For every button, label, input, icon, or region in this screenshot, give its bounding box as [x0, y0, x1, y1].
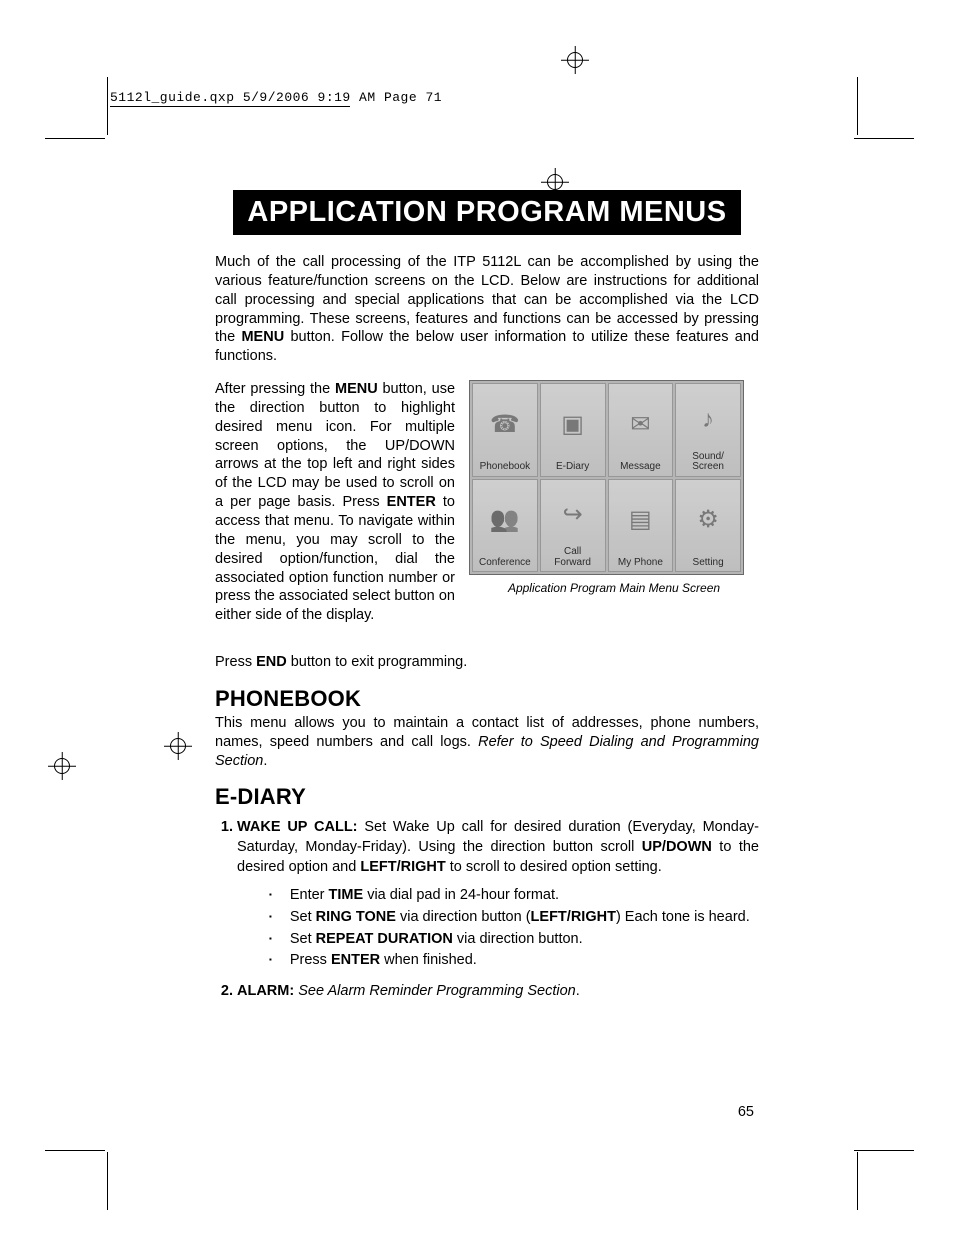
text: via direction button ( [396, 909, 531, 925]
ediary-heading: E-DIARY [215, 784, 759, 810]
crop-mark-icon [854, 138, 914, 139]
gear-icon: ⚙ [677, 483, 739, 558]
key-label: MENU [241, 329, 284, 345]
text: ) Each tone is heard. [616, 909, 750, 925]
figure-caption: Application Program Main Menu Screen [469, 581, 759, 595]
text: via dial pad in 24-hour format. [363, 887, 559, 903]
menu-screenshot-figure: ☎Phonebook ▣E-Diary ✉Message ♪Sound/ Scr… [469, 380, 759, 639]
list-item: Enter TIME via dial pad in 24-hour forma… [269, 885, 759, 907]
menu-label: E-Diary [556, 462, 589, 473]
text: button, use the direction button to high… [215, 381, 455, 510]
speaker-icon: ♪ [677, 387, 739, 452]
menu-item-ediary: ▣E-Diary [540, 383, 606, 477]
menu-label: Message [620, 462, 661, 473]
text: button to exit programming. [287, 654, 468, 670]
crop-mark-icon [857, 77, 858, 135]
page-number: 65 [738, 1104, 754, 1120]
list-item: ALARM: See Alarm Reminder Programming Se… [237, 982, 759, 1002]
crop-mark-icon [45, 138, 105, 139]
list-item: WAKE UP CALL: Set Wake Up call for desir… [237, 818, 759, 972]
key-label: LEFT/RIGHT [360, 859, 445, 875]
crop-mark-icon [854, 1150, 914, 1151]
content-area: APPLICATION PROGRAM MENUS Much of the ca… [215, 190, 759, 1012]
key-label: ENTER [331, 952, 380, 968]
menu-label: My Phone [618, 558, 663, 569]
intro-paragraph: Much of the call processing of the ITP 5… [215, 253, 759, 366]
key-label: END [256, 654, 287, 670]
key-label: RING TONE [316, 909, 396, 925]
ediary-ordered-list: WAKE UP CALL: Set Wake Up call for desir… [215, 818, 759, 1001]
crop-mark-icon [107, 1152, 108, 1210]
envelope-icon: ✉ [610, 387, 672, 462]
text: when finished. [380, 952, 477, 968]
forward-icon: ↪ [542, 483, 604, 548]
text: button. Follow the below user informatio… [215, 329, 759, 364]
text: Press [290, 952, 331, 968]
text: . [263, 753, 267, 769]
crop-mark-icon [107, 77, 108, 135]
list-item: Set REPEAT DURATION via direction button… [269, 929, 759, 951]
menu-label: Setting [693, 558, 724, 569]
menu-item-call-forward: ↪Call Forward [540, 479, 606, 573]
crop-mark-icon [45, 1150, 105, 1151]
text: After pressing the [215, 381, 335, 397]
phonebook-heading: PHONEBOOK [215, 686, 759, 712]
file-meta-header: 5112l_guide.qxp 5/9/2006 9:19 AM Page 71 [110, 90, 442, 105]
registration-mark-icon [565, 50, 585, 70]
menu-item-conference: 👥Conference [472, 479, 538, 573]
cross-reference: See Alarm Reminder Programming Section [294, 983, 576, 999]
lcd-menu-grid: ☎Phonebook ▣E-Diary ✉Message ♪Sound/ Scr… [469, 380, 744, 575]
text: Enter [290, 887, 329, 903]
menu-item-setting: ⚙Setting [675, 479, 741, 573]
text: Set [290, 931, 316, 947]
page: 5112l_guide.qxp 5/9/2006 9:19 AM Page 71… [0, 0, 954, 1235]
text: Set [290, 909, 316, 925]
menu-label: Phonebook [480, 462, 531, 473]
menu-label: Call Forward [554, 547, 591, 568]
registration-mark-icon [545, 172, 565, 192]
sub-bullet-list: Enter TIME via dial pad in 24-hour forma… [269, 885, 759, 972]
key-label: ENTER [387, 494, 436, 510]
menu-item-phonebook: ☎Phonebook [472, 383, 538, 477]
diary-icon: ▣ [542, 387, 604, 462]
registration-mark-icon [52, 756, 72, 776]
phonebook-paragraph: This menu allows you to maintain a conta… [215, 714, 759, 771]
menu-item-message: ✉Message [608, 383, 674, 477]
key-label: MENU [335, 381, 378, 397]
page-title: APPLICATION PROGRAM MENUS [233, 190, 740, 235]
crop-mark-icon [857, 1152, 858, 1210]
menu-navigation-paragraph: After pressing the MENU button, use the … [215, 380, 455, 625]
menu-label: Sound/ Screen [692, 452, 724, 473]
menu-item-my-phone: ▤My Phone [608, 479, 674, 573]
list-item: Press ENTER when finished. [269, 950, 759, 972]
menu-item-sound-screen: ♪Sound/ Screen [675, 383, 741, 477]
text: to access that menu. To navigate within … [215, 494, 455, 623]
item-title: WAKE UP CALL: [237, 819, 358, 835]
people-icon: 👥 [474, 483, 536, 558]
phone-icon: ☎ [474, 387, 536, 462]
press-end-paragraph: Press END button to exit programming. [215, 653, 759, 672]
item-title: ALARM: [237, 983, 294, 999]
key-label: LEFT/RIGHT [531, 909, 616, 925]
registration-mark-icon [168, 736, 188, 756]
text: Press [215, 654, 256, 670]
text: . [576, 983, 580, 999]
key-label: REPEAT DURATION [316, 931, 453, 947]
text: to scroll to desired option setting. [446, 859, 662, 875]
list-item: Set RING TONE via direction button (LEFT… [269, 907, 759, 929]
key-label: TIME [329, 887, 364, 903]
text: via direction button. [453, 931, 583, 947]
key-label: UP/DOWN [642, 839, 712, 855]
menu-label: Conference [479, 558, 531, 569]
phone-settings-icon: ▤ [610, 483, 672, 558]
